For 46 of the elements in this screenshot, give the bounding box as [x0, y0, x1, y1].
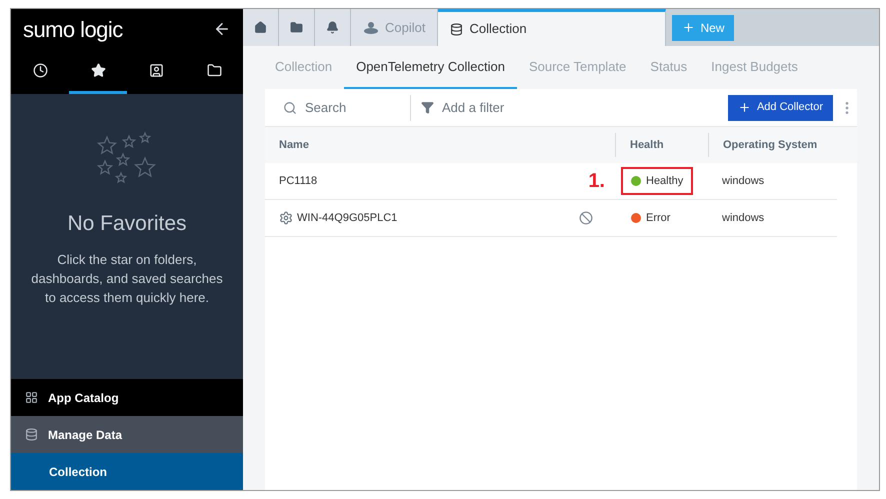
home-icon [254, 21, 267, 34]
sub-tab[interactable]: Source Template [516, 46, 638, 89]
grid-icon [25, 391, 38, 404]
gear-icon [279, 211, 293, 225]
os-cell-text: windows [721, 210, 764, 226]
nav-item[interactable]: App Catalog [11, 379, 243, 416]
sub-tab[interactable]: Ingest Budgets [699, 46, 810, 89]
column-header: Health [615, 133, 708, 157]
plus-icon [738, 101, 751, 114]
sub-tab[interactable]: Status [638, 46, 700, 89]
empty-message: Click the star on folders, dashboards, and saved searches to access them quickly here. [30, 250, 224, 306]
bell-icon [326, 21, 339, 34]
plus-icon [682, 21, 696, 34]
add-collector-button[interactable]: Add Collector [728, 94, 833, 120]
health-status: Error [621, 204, 680, 232]
top-tab[interactable] [279, 9, 315, 46]
top-tab[interactable] [315, 9, 351, 46]
copilot-icon [363, 20, 379, 34]
collector-name: WIN-44Q9G05PLC1 [297, 210, 398, 226]
database-icon [450, 22, 464, 36]
star-icon [90, 62, 106, 78]
filter-icon [421, 101, 434, 114]
column-header: Name [278, 138, 310, 153]
database-icon [25, 428, 38, 441]
top-tab[interactable]: Copilot [351, 9, 438, 46]
logo-text: sumo logic [23, 16, 123, 44]
nav-item[interactable]: Collection [11, 453, 243, 490]
folder-icon [206, 62, 222, 78]
nav-item[interactable]: Manage Data [11, 416, 243, 453]
os-cell-text: windows [721, 174, 764, 189]
top-tab[interactable]: Collection [438, 9, 666, 46]
search-icon [283, 100, 297, 114]
new-button[interactable]: New [672, 14, 734, 40]
annotation-label: 1. [588, 169, 605, 194]
column-header: Operating System [708, 133, 857, 157]
person-card-icon [148, 62, 164, 78]
folder-icon [290, 21, 303, 34]
filter-button[interactable]: Add a filter [421, 98, 504, 118]
collector-name: PC1118 [279, 174, 318, 189]
sub-tab[interactable]: Collection [263, 46, 344, 89]
search-field[interactable]: Search [305, 98, 395, 118]
empty-title: No Favorites [67, 211, 187, 237]
blocked-icon [579, 211, 593, 225]
top-tab[interactable] [243, 9, 279, 46]
health-status: Healthy [621, 167, 694, 195]
clock-icon [32, 62, 48, 78]
